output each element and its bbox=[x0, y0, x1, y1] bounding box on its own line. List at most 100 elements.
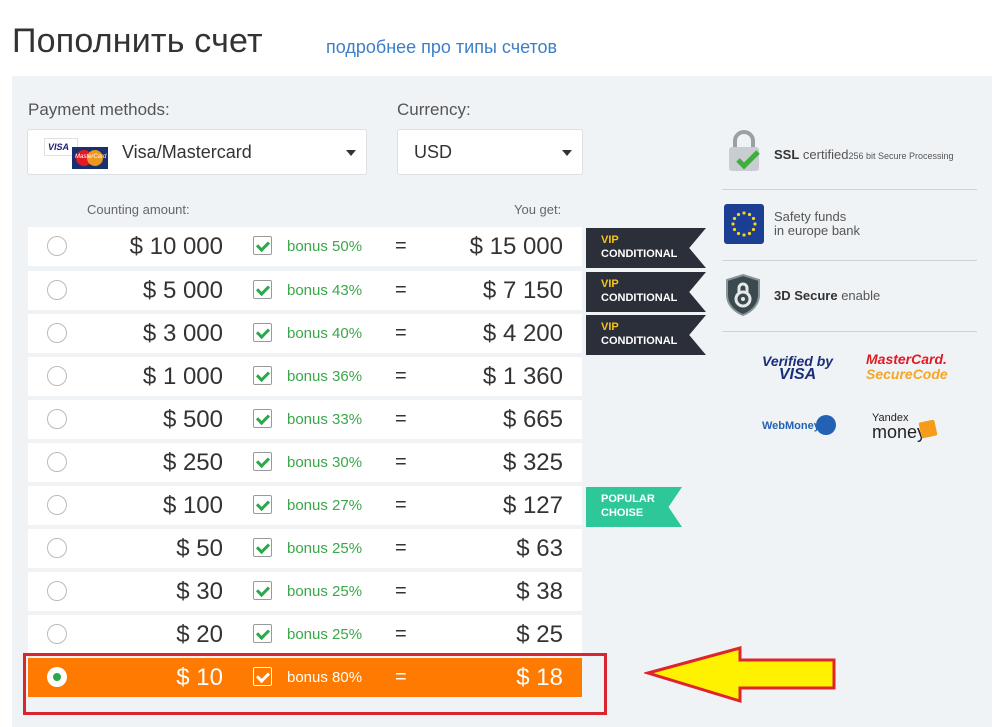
3d-secure-item: 3D Secure enable bbox=[722, 273, 977, 319]
bonus-label: bonus 25% bbox=[287, 540, 363, 557]
account-types-link[interactable]: подробнее про типы счетов bbox=[326, 37, 557, 58]
bonus-label: bonus 33% bbox=[287, 411, 363, 428]
vip-label: VIP bbox=[601, 321, 619, 333]
ssl-certified-text: certified bbox=[799, 147, 849, 162]
bonus-checkbox[interactable] bbox=[253, 236, 272, 255]
eu-flag-icon bbox=[724, 204, 764, 244]
ssl-certified-item: SSL certified256 bit Secure Processing bbox=[722, 130, 977, 176]
payment-method-select[interactable]: VISA MasterCard Visa/Mastercard bbox=[27, 129, 367, 175]
webmoney-logo: WebMoney bbox=[762, 420, 820, 432]
bonus-label: bonus 80% bbox=[287, 669, 363, 686]
amount-option-row[interactable]: $ 10 000 bonus 50% = $ 15 000 bbox=[28, 227, 582, 266]
bonus-label: bonus 40% bbox=[287, 325, 363, 342]
bonus-label: bonus 36% bbox=[287, 368, 363, 385]
amount-radio[interactable] bbox=[47, 236, 67, 256]
counting-amount: $ 100 bbox=[162, 492, 223, 519]
mc-line1: MasterCard. bbox=[866, 351, 947, 367]
you-get-amount: $ 7 150 bbox=[482, 277, 563, 304]
counting-amount: $ 10 bbox=[176, 664, 223, 691]
shield-lock-icon bbox=[726, 273, 760, 317]
amount-radio[interactable] bbox=[47, 667, 67, 687]
bonus-checkbox[interactable] bbox=[253, 495, 272, 514]
counting-amount: $ 10 000 bbox=[129, 233, 223, 260]
amount-radio[interactable] bbox=[47, 366, 67, 386]
you-get-amount: $ 15 000 bbox=[469, 233, 563, 260]
3d-secure-enable-text: enable bbox=[837, 288, 881, 303]
equals-sign: = bbox=[395, 623, 407, 645]
amount-option-row[interactable]: $ 500 bonus 33% = $ 665 bbox=[28, 400, 582, 439]
ssl-lock-icon bbox=[729, 130, 760, 171]
you-get-header: You get: bbox=[514, 202, 562, 217]
amount-option-row[interactable]: $ 3 000 bonus 40% = $ 4 200 bbox=[28, 314, 582, 353]
safety-funds-item: Safety funds in europe bank bbox=[722, 204, 977, 246]
mastercard-securecode-logo: MasterCard. SecureCode bbox=[866, 352, 948, 382]
amount-radio[interactable] bbox=[47, 495, 67, 515]
ssl-small-text: 256 bit Secure Processing bbox=[848, 151, 954, 161]
chevron-down-icon bbox=[562, 150, 572, 156]
mc-line2: SecureCode bbox=[866, 366, 948, 382]
mastercard-logo: MasterCard bbox=[72, 147, 108, 169]
amount-option-row[interactable]: $ 1 000 bonus 36% = $ 1 360 bbox=[28, 357, 582, 396]
counting-amount: $ 250 bbox=[162, 449, 223, 476]
counting-amount: $ 500 bbox=[162, 406, 223, 433]
amount-radio[interactable] bbox=[47, 581, 67, 601]
bonus-checkbox[interactable] bbox=[253, 667, 272, 686]
bonus-checkbox[interactable] bbox=[253, 366, 272, 385]
yandex-line2: money bbox=[872, 422, 927, 442]
counting-amount-header: Counting amount: bbox=[87, 202, 190, 217]
bonus-checkbox[interactable] bbox=[253, 624, 272, 643]
equals-sign: = bbox=[395, 365, 407, 387]
counting-amount: $ 30 bbox=[176, 578, 223, 605]
you-get-amount: $ 4 200 bbox=[482, 320, 563, 347]
equals-sign: = bbox=[395, 451, 407, 473]
amount-radio[interactable] bbox=[47, 323, 67, 343]
you-get-amount: $ 18 bbox=[516, 664, 563, 691]
page: Пополнить счет подробнее про типы счетов… bbox=[0, 0, 1006, 727]
amount-option-row[interactable]: $ 10 bonus 80% = $ 18 bbox=[28, 658, 582, 697]
counting-amount: $ 50 bbox=[176, 535, 223, 562]
amount-option-row[interactable]: $ 100 bonus 27% = $ 127 bbox=[28, 486, 582, 525]
amount-radio[interactable] bbox=[47, 452, 67, 472]
currency-select[interactable]: USD bbox=[397, 129, 583, 175]
mastercard-logo-text: MasterCard bbox=[75, 154, 107, 160]
amount-radio[interactable] bbox=[47, 280, 67, 300]
bonus-checkbox[interactable] bbox=[253, 452, 272, 471]
amount-option-row[interactable]: $ 50 bonus 25% = $ 63 bbox=[28, 529, 582, 568]
amount-option-row[interactable]: $ 20 bonus 25% = $ 25 bbox=[28, 615, 582, 654]
bonus-checkbox[interactable] bbox=[253, 280, 272, 299]
bonus-checkbox[interactable] bbox=[253, 323, 272, 342]
vip-conditional-badge: VIP CONDITIONAL bbox=[586, 228, 706, 268]
bonus-label: bonus 25% bbox=[287, 626, 363, 643]
equals-sign: = bbox=[395, 235, 407, 257]
yandex-money-logo: Yandex money bbox=[872, 411, 927, 442]
bonus-checkbox[interactable] bbox=[253, 409, 272, 428]
chevron-down-icon bbox=[346, 150, 356, 156]
ssl-bold: SSL bbox=[774, 147, 800, 162]
3d-secure-text: 3D Secure enable bbox=[774, 288, 880, 303]
amount-radio[interactable] bbox=[47, 409, 67, 429]
bonus-checkbox[interactable] bbox=[253, 538, 272, 557]
amount-radio[interactable] bbox=[47, 624, 67, 644]
vip-label: VIP bbox=[601, 234, 619, 246]
counting-amount: $ 5 000 bbox=[142, 277, 223, 304]
page-title: Пополнить счет bbox=[12, 22, 263, 60]
you-get-amount: $ 665 bbox=[502, 406, 563, 433]
bonus-label: bonus 30% bbox=[287, 454, 363, 471]
amount-option-row[interactable]: $ 250 bonus 30% = $ 325 bbox=[28, 443, 582, 482]
amount-option-row[interactable]: $ 5 000 bonus 43% = $ 7 150 bbox=[28, 271, 582, 310]
divider bbox=[722, 189, 977, 190]
arrow-left-icon bbox=[644, 646, 836, 704]
you-get-amount: $ 38 bbox=[516, 578, 563, 605]
bonus-label: bonus 27% bbox=[287, 497, 363, 514]
you-get-amount: $ 1 360 bbox=[482, 363, 563, 390]
amount-option-row[interactable]: $ 30 bonus 25% = $ 38 bbox=[28, 572, 582, 611]
vip-label: VIP bbox=[601, 278, 619, 290]
bonus-checkbox[interactable] bbox=[253, 581, 272, 600]
webmoney-globe-icon bbox=[816, 415, 836, 435]
payment-method-value: Visa/Mastercard bbox=[122, 142, 252, 162]
safety-funds-line2: in europe bank bbox=[774, 223, 861, 238]
yandex-wallet-icon bbox=[918, 419, 938, 439]
safety-funds-text: Safety funds in europe bank bbox=[774, 210, 860, 238]
amount-radio[interactable] bbox=[47, 538, 67, 558]
you-get-amount: $ 127 bbox=[502, 492, 563, 519]
